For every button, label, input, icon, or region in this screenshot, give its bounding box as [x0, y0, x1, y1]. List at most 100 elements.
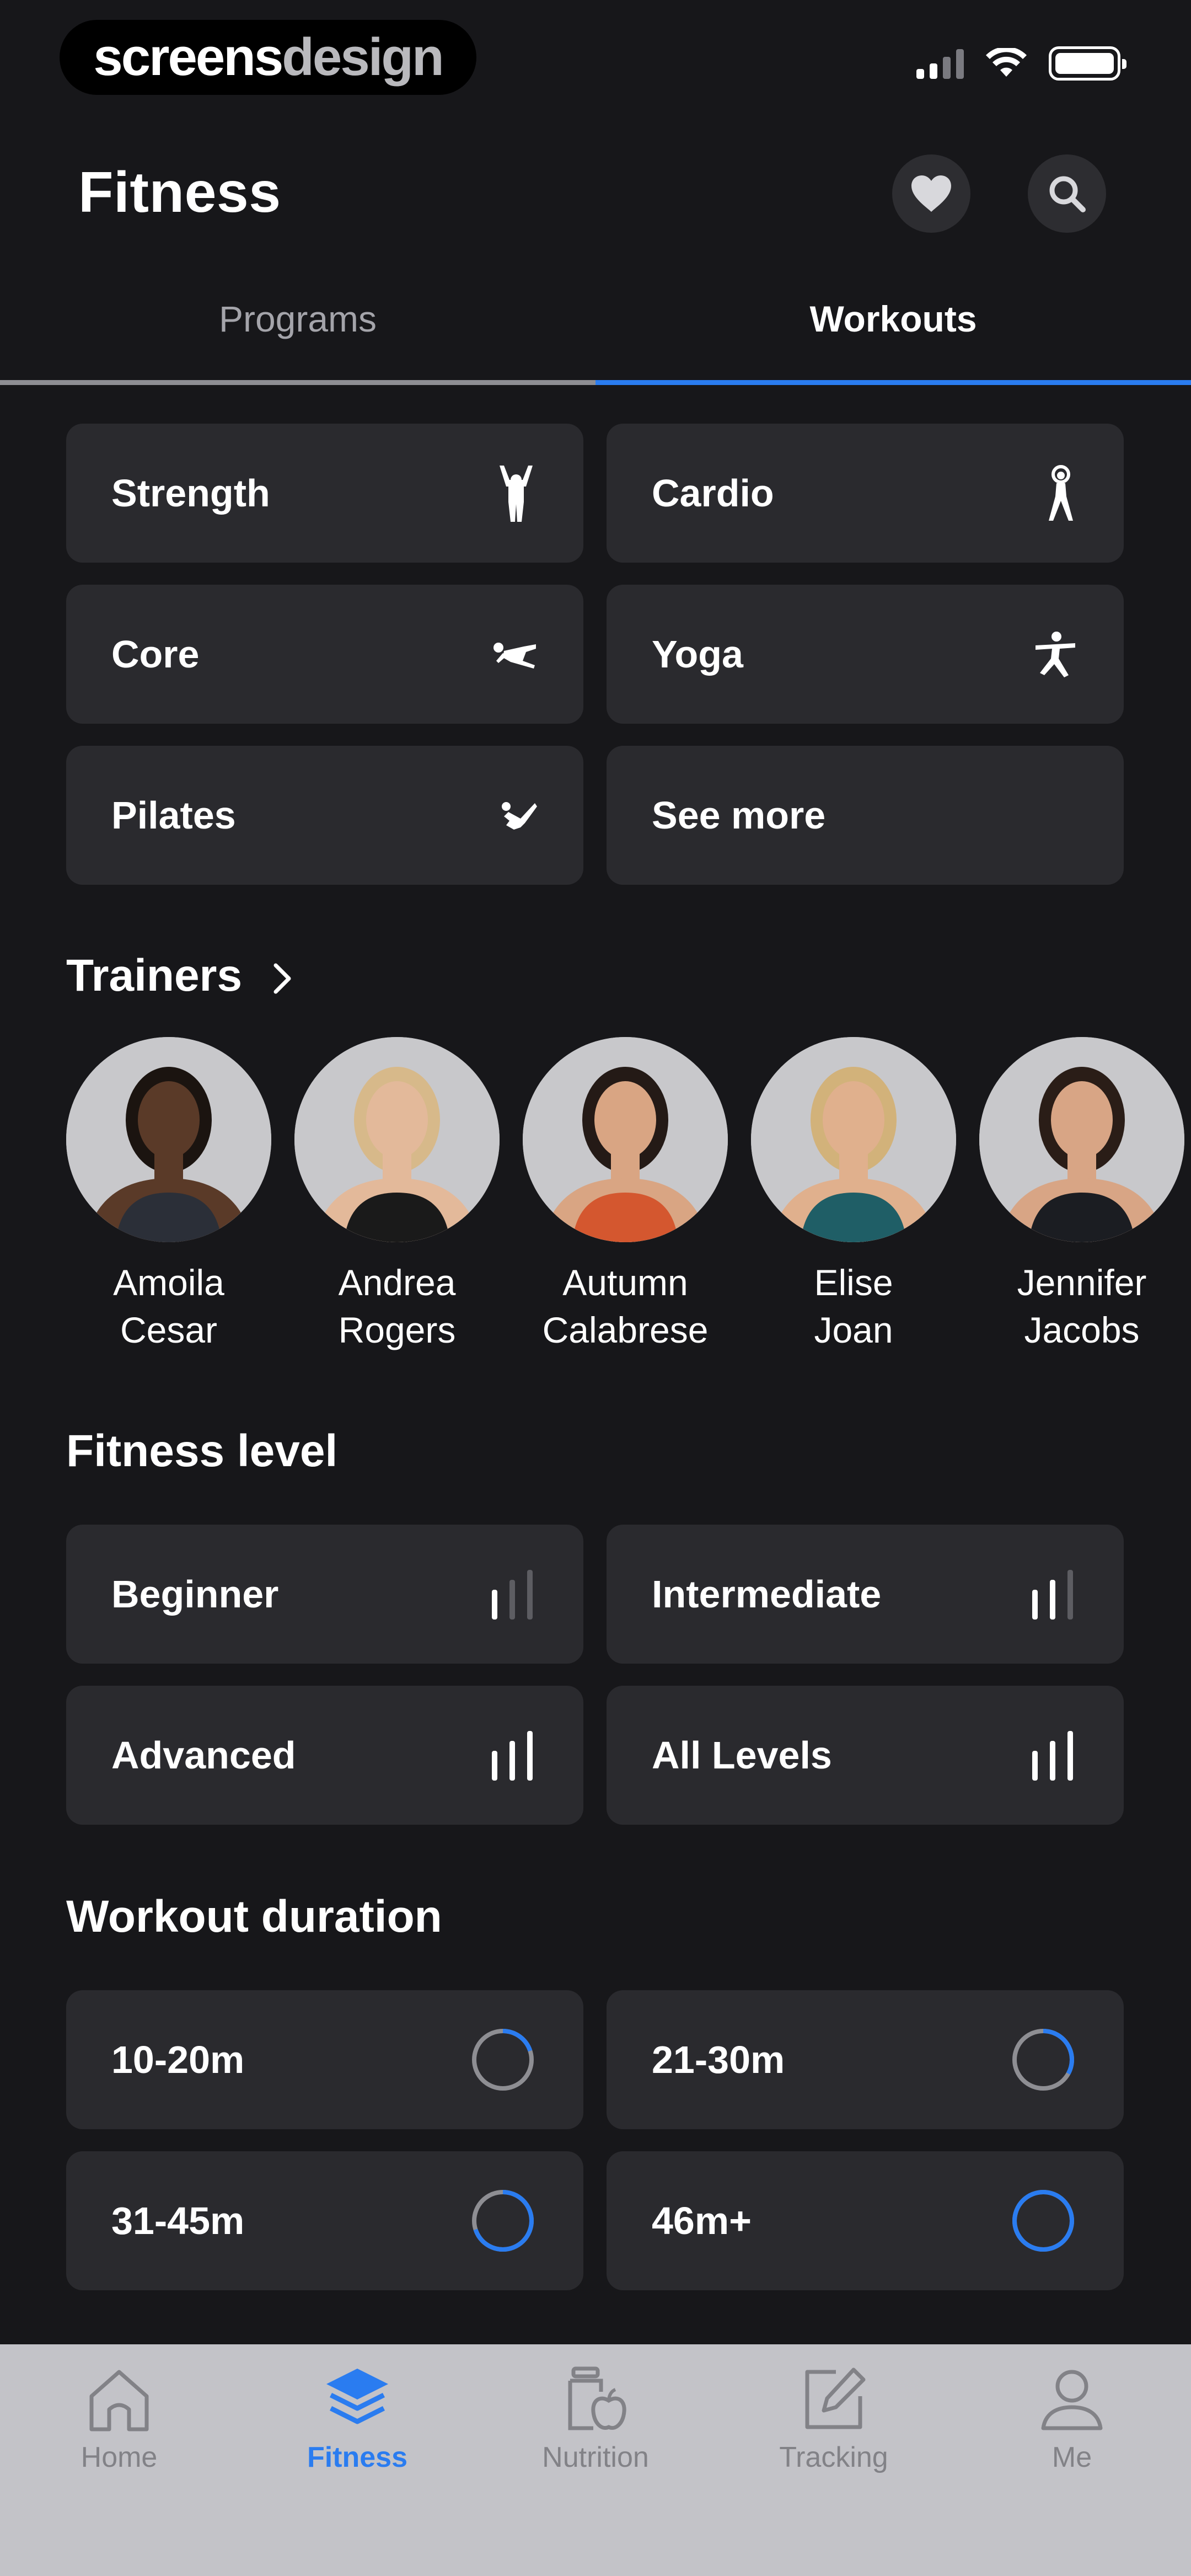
duration-label: 21-30m	[652, 2038, 785, 2081]
tabbar-label: Nutrition	[542, 2441, 649, 2473]
trainer-avatar	[979, 1037, 1184, 1242]
segmented-tabs: Programs Workouts	[0, 287, 1191, 386]
category-card-yoga[interactable]: Yoga	[607, 585, 1124, 724]
strength-figure-icon	[500, 466, 533, 522]
tabbar-label: Home	[81, 2441, 158, 2473]
see-more-button[interactable]: See more	[607, 746, 1124, 885]
trainer-card[interactable]: Autumn Calabrese	[523, 1037, 728, 1354]
level-card[interactable]: Advanced	[66, 1686, 583, 1825]
trainer-avatar	[751, 1037, 956, 1242]
trainers-header[interactable]: Trainers	[66, 950, 293, 1002]
category-card-cardio[interactable]: Cardio	[607, 424, 1124, 563]
trainer-first-name: Andrea	[338, 1262, 456, 1303]
category-label: Cardio	[652, 472, 774, 515]
duration-label: 31-45m	[111, 2199, 245, 2242]
trainer-last-name: Rogers	[338, 1310, 456, 1350]
bottom-tab-bar: Home Fitness Nutrition Tracking Me	[0, 2344, 1191, 2576]
favorites-button[interactable]	[892, 154, 970, 233]
trainer-name: Jennifer Jacobs	[979, 1259, 1184, 1354]
trainer-name: Andrea Rogers	[294, 1259, 500, 1354]
tabbar-label: Me	[1051, 2441, 1092, 2473]
chevron-right-icon	[273, 963, 291, 994]
duration-ring-icon	[472, 2029, 534, 2091]
home-icon	[89, 2370, 149, 2431]
tabbar-item-me[interactable]: Me	[989, 2364, 1155, 2474]
tabbar-item-home[interactable]: Home	[36, 2364, 202, 2474]
trainer-first-name: Amoila	[113, 1262, 224, 1303]
level-label: Intermediate	[652, 1573, 882, 1616]
see-more-label: See more	[652, 794, 826, 837]
category-label: Core	[111, 633, 200, 676]
section-title: Trainers	[66, 950, 243, 1001]
trainer-name: Elise Joan	[751, 1259, 956, 1354]
trainer-avatar	[294, 1037, 500, 1242]
brand-logo: screens design	[60, 20, 476, 95]
trainer-avatar	[66, 1037, 271, 1242]
status-icons	[916, 46, 1126, 81]
duration-card[interactable]: 46m+	[607, 2151, 1124, 2290]
trainer-card[interactable]: Amoila Cesar	[66, 1037, 271, 1354]
trainer-last-name: Calabrese	[542, 1310, 709, 1350]
layers-icon	[326, 2369, 388, 2424]
duration-card[interactable]: 31-45m	[66, 2151, 583, 2290]
category-card-strength[interactable]: Strength	[66, 424, 583, 563]
duration-label: 10-20m	[111, 2038, 245, 2081]
category-card-core[interactable]: Core	[66, 585, 583, 724]
duration-card[interactable]: 10-20m	[66, 1990, 583, 2129]
edit-icon	[805, 2367, 866, 2429]
duration-label: 46m+	[652, 2199, 752, 2242]
tabbar-item-nutrition[interactable]: Nutrition	[513, 2364, 678, 2474]
level-bars-icon	[492, 1731, 533, 1781]
level-card[interactable]: Beginner	[66, 1525, 583, 1664]
cellular-signal-icon	[916, 48, 964, 79]
category-label: Strength	[111, 472, 270, 515]
trainer-first-name: Autumn	[562, 1262, 688, 1303]
level-label: Beginner	[111, 1573, 279, 1616]
tabbar-label: Fitness	[307, 2441, 408, 2473]
core-figure-icon	[493, 643, 536, 669]
category-card-pilates[interactable]: Pilates	[66, 746, 583, 885]
duration-card[interactable]: 21-30m	[607, 1990, 1124, 2129]
pilates-figure-icon	[502, 802, 537, 830]
search-icon	[1049, 176, 1086, 212]
level-card[interactable]: Intermediate	[607, 1525, 1124, 1664]
level-bars-icon	[1032, 1731, 1073, 1781]
level-bars-icon	[492, 1570, 533, 1620]
trainer-first-name: Elise	[814, 1262, 893, 1303]
duration-ring-icon	[1012, 2029, 1074, 2091]
trainer-last-name: Cesar	[120, 1310, 218, 1350]
trainer-name: Autumn Calabrese	[523, 1259, 728, 1354]
search-button[interactable]	[1028, 154, 1106, 233]
trainer-avatar	[523, 1037, 728, 1242]
level-card[interactable]: All Levels	[607, 1686, 1124, 1825]
duration-ring-icon	[472, 2190, 534, 2252]
category-label: Yoga	[652, 633, 743, 676]
nutrition-icon	[568, 2366, 626, 2430]
fitness-level-title: Fitness level	[66, 1426, 338, 1476]
category-label: Pilates	[111, 794, 236, 837]
trainer-last-name: Jacobs	[1024, 1310, 1140, 1350]
tabbar-label: Tracking	[779, 2441, 888, 2473]
heart-icon	[911, 175, 951, 212]
trainer-first-name: Jennifer	[1017, 1262, 1147, 1303]
trainer-card[interactable]: Elise Joan	[751, 1037, 956, 1354]
level-bars-icon	[1032, 1570, 1073, 1620]
level-label: All Levels	[652, 1734, 832, 1777]
tab-programs[interactable]: Programs	[0, 287, 596, 386]
page-title: Fitness	[78, 161, 281, 225]
duration-ring-icon	[1012, 2190, 1074, 2252]
tabbar-item-fitness[interactable]: Fitness	[275, 2364, 440, 2474]
person-icon	[1041, 2370, 1103, 2430]
trainer-card[interactable]: Andrea Rogers	[294, 1037, 500, 1354]
yoga-figure-icon	[1036, 632, 1075, 677]
trainer-card[interactable]: Jennifer Jacobs	[979, 1037, 1184, 1354]
workout-duration-title: Workout duration	[66, 1891, 442, 1942]
level-label: Advanced	[111, 1734, 296, 1777]
cardio-figure-icon	[1049, 465, 1073, 521]
wifi-icon	[986, 48, 1027, 77]
battery-icon	[1049, 46, 1126, 81]
trainer-last-name: Joan	[814, 1310, 893, 1350]
tab-workouts[interactable]: Workouts	[596, 287, 1191, 386]
trainer-name: Amoila Cesar	[66, 1259, 271, 1354]
tabbar-item-tracking[interactable]: Tracking	[751, 2364, 916, 2474]
